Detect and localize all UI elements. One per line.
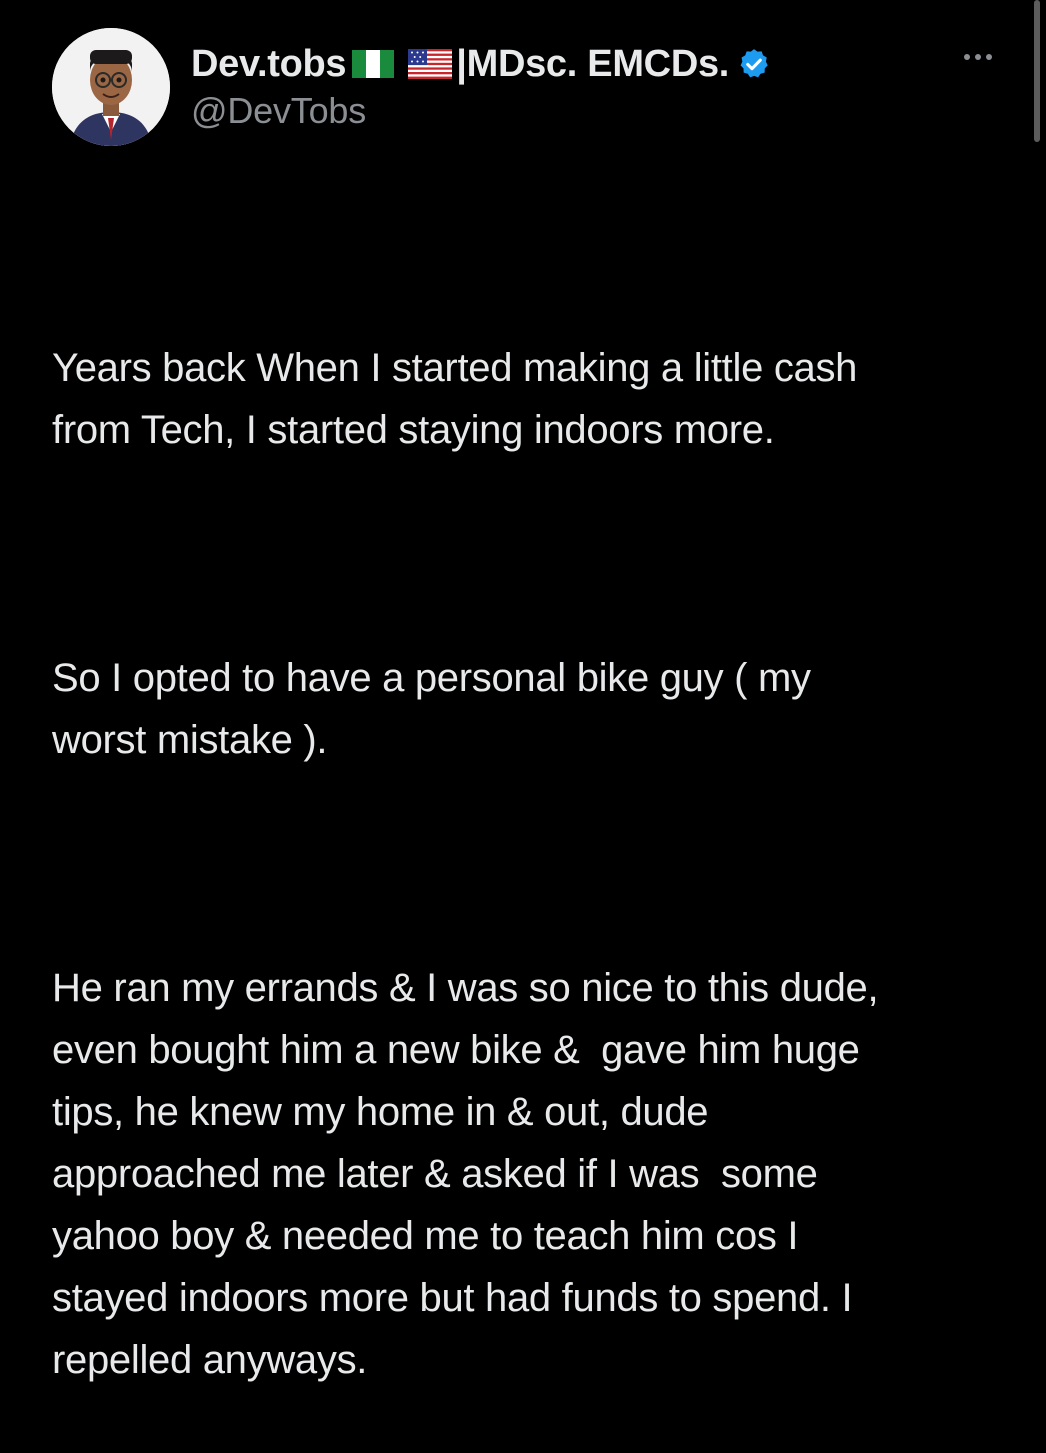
usa-flag-icon	[408, 49, 453, 79]
scrollbar[interactable]	[1034, 0, 1040, 142]
avatar[interactable]	[52, 28, 170, 146]
tweet-paragraph: So I opted to have a personal bike guy (…	[52, 656, 811, 762]
tweet-paragraph: Years back When I started making a littl…	[52, 346, 858, 452]
nigeria-flag-icon	[352, 50, 395, 78]
author-handle[interactable]: @DevTobs	[191, 90, 771, 132]
author-info: Dev.tobs |MDsc. EMCDs. @DevTobs	[191, 42, 771, 132]
tweet-text: Years back When I started making a littl…	[52, 213, 1012, 1453]
more-options-icon[interactable]	[964, 54, 992, 60]
tweet-paragraph: He ran my errands & I was so nice to thi…	[52, 966, 879, 1382]
name-suffix[interactable]: |MDsc. EMCDs.	[456, 43, 729, 86]
display-name[interactable]: Dev.tobs	[191, 43, 347, 86]
avatar-image	[52, 28, 170, 146]
author-name-row[interactable]: Dev.tobs |MDsc. EMCDs.	[191, 42, 771, 86]
verified-badge-icon	[737, 47, 771, 81]
tweet-header: Dev.tobs |MDsc. EMCDs. @DevTobs	[52, 28, 1006, 148]
